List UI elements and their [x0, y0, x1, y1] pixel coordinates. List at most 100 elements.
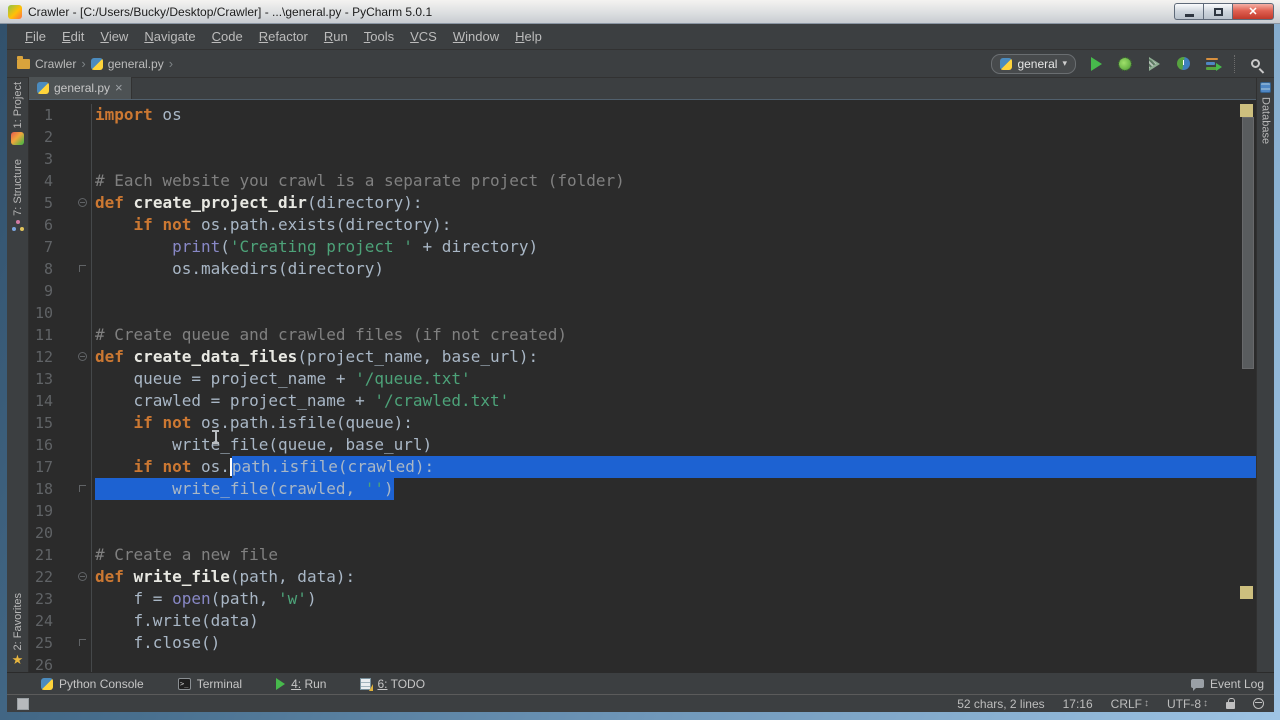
- code-line[interactable]: 7 print('Creating project ' + directory): [29, 236, 1256, 258]
- menu-view[interactable]: View: [92, 26, 136, 47]
- gutter[interactable]: [53, 478, 92, 500]
- breadcrumb-project[interactable]: Crawler: [15, 55, 78, 73]
- gutter[interactable]: [53, 368, 92, 390]
- minimize-button[interactable]: [1174, 3, 1203, 20]
- code-line[interactable]: 9: [29, 280, 1256, 302]
- code-line[interactable]: 13 queue = project_name + '/queue.txt': [29, 368, 1256, 390]
- menu-refactor[interactable]: Refactor: [251, 26, 316, 47]
- code-line[interactable]: 6 if not os.path.exists(directory):: [29, 214, 1256, 236]
- gutter[interactable]: [53, 170, 92, 192]
- code-line[interactable]: 25 f.close(): [29, 632, 1256, 654]
- gutter[interactable]: [53, 302, 92, 324]
- code-line[interactable]: 5def create_project_dir(directory):: [29, 192, 1256, 214]
- fold-end-icon[interactable]: [79, 485, 86, 492]
- menu-navigate[interactable]: Navigate: [136, 26, 203, 47]
- gutter[interactable]: [53, 434, 92, 456]
- code-line[interactable]: 19: [29, 500, 1256, 522]
- gutter[interactable]: [53, 126, 92, 148]
- search-everywhere-button[interactable]: [1248, 55, 1266, 73]
- encoding-select[interactable]: UTF-8 ↕: [1167, 697, 1208, 711]
- code-line[interactable]: 12def create_data_files(project_name, ba…: [29, 346, 1256, 368]
- code-line[interactable]: 26: [29, 654, 1256, 672]
- maximize-button[interactable]: [1203, 3, 1232, 20]
- run-button[interactable]: [1087, 55, 1105, 73]
- run-with-coverage-button[interactable]: [1145, 55, 1163, 73]
- gutter[interactable]: [53, 544, 92, 566]
- gutter[interactable]: [53, 654, 92, 672]
- line-ending-select[interactable]: CRLF ↕: [1111, 697, 1149, 711]
- toolwindow-toggle-icon[interactable]: [17, 698, 29, 710]
- debug-button[interactable]: [1116, 55, 1134, 73]
- sidebar-item-project[interactable]: 1: Project: [11, 82, 24, 145]
- code-line[interactable]: 18 write_file(crawled, ''): [29, 478, 1256, 500]
- unlock-icon[interactable]: [1226, 702, 1235, 709]
- caret-position[interactable]: 17:16: [1063, 697, 1093, 711]
- tab-general-py[interactable]: general.py ×: [29, 77, 132, 99]
- menu-window[interactable]: Window: [445, 26, 507, 47]
- gutter[interactable]: [53, 104, 92, 126]
- fold-end-icon[interactable]: [79, 639, 86, 646]
- gutter[interactable]: [53, 632, 92, 654]
- vertical-scrollbar[interactable]: [1242, 117, 1254, 369]
- menu-vcs[interactable]: VCS: [402, 26, 445, 47]
- menu-run[interactable]: Run: [316, 26, 356, 47]
- code-line[interactable]: 11# Create queue and crawled files (if n…: [29, 324, 1256, 346]
- gutter[interactable]: [53, 324, 92, 346]
- error-stripe-mark[interactable]: [1240, 586, 1253, 599]
- fold-collapse-icon[interactable]: [78, 352, 87, 361]
- python-console-button[interactable]: Python Console: [41, 677, 144, 691]
- hector-inspections-icon[interactable]: [1253, 698, 1264, 709]
- gutter[interactable]: [53, 236, 92, 258]
- profiler-button[interactable]: [1174, 55, 1192, 73]
- gutter[interactable]: [53, 192, 92, 214]
- code-line[interactable]: 21# Create a new file: [29, 544, 1256, 566]
- menu-file[interactable]: File: [17, 26, 54, 47]
- run-configuration-select[interactable]: general ▾: [991, 54, 1076, 74]
- close-icon[interactable]: ×: [115, 82, 123, 94]
- run-toolwindow-button[interactable]: 4: Run: [276, 677, 326, 691]
- code-editor[interactable]: 1import os234# Each website you crawl is…: [29, 100, 1256, 672]
- gutter[interactable]: [53, 588, 92, 610]
- code-line[interactable]: 1import os: [29, 104, 1256, 126]
- gutter[interactable]: [53, 610, 92, 632]
- event-log-button[interactable]: Event Log: [1191, 677, 1264, 691]
- code-line[interactable]: 24 f.write(data): [29, 610, 1256, 632]
- gutter[interactable]: [53, 456, 92, 478]
- close-button[interactable]: ✕: [1232, 3, 1274, 20]
- sidebar-item-structure[interactable]: 7: Structure: [12, 159, 24, 232]
- gutter[interactable]: [53, 214, 92, 236]
- code-line[interactable]: 4# Each website you crawl is a separate …: [29, 170, 1256, 192]
- gutter[interactable]: [53, 148, 92, 170]
- code-line[interactable]: 3: [29, 148, 1256, 170]
- code-line[interactable]: 8 os.makedirs(directory): [29, 258, 1256, 280]
- code-line[interactable]: 23 f = open(path, 'w'): [29, 588, 1256, 610]
- code-line[interactable]: 20: [29, 522, 1256, 544]
- gutter[interactable]: [53, 500, 92, 522]
- gutter[interactable]: [53, 522, 92, 544]
- sidebar-item-favorites[interactable]: 2: Favorites ★: [12, 593, 24, 666]
- code-line[interactable]: 14 crawled = project_name + '/crawled.tx…: [29, 390, 1256, 412]
- sidebar-item-database[interactable]: Database: [1260, 82, 1272, 144]
- gutter[interactable]: [53, 566, 92, 588]
- concurrency-diagram-button[interactable]: [1203, 55, 1221, 73]
- menu-help[interactable]: Help: [507, 26, 550, 47]
- code-line[interactable]: 10: [29, 302, 1256, 324]
- code-line[interactable]: 22def write_file(path, data):: [29, 566, 1256, 588]
- menu-edit[interactable]: Edit: [54, 26, 92, 47]
- gutter[interactable]: [53, 346, 92, 368]
- gutter[interactable]: [53, 258, 92, 280]
- terminal-button[interactable]: >_ Terminal: [178, 677, 242, 691]
- todo-toolwindow-button[interactable]: 6: TODO: [360, 677, 425, 691]
- gutter[interactable]: [53, 412, 92, 434]
- menu-tools[interactable]: Tools: [356, 26, 402, 47]
- breadcrumb-file[interactable]: general.py: [89, 55, 166, 73]
- fold-end-icon[interactable]: [79, 265, 86, 272]
- error-stripe-mark[interactable]: [1240, 104, 1253, 117]
- gutter[interactable]: [53, 390, 92, 412]
- gutter[interactable]: [53, 280, 92, 302]
- code-line[interactable]: 2: [29, 126, 1256, 148]
- fold-collapse-icon[interactable]: [78, 198, 87, 207]
- menu-code[interactable]: Code: [204, 26, 251, 47]
- fold-collapse-icon[interactable]: [78, 572, 87, 581]
- code-line[interactable]: 17 if not os.path.isfile(crawled):: [29, 456, 1256, 478]
